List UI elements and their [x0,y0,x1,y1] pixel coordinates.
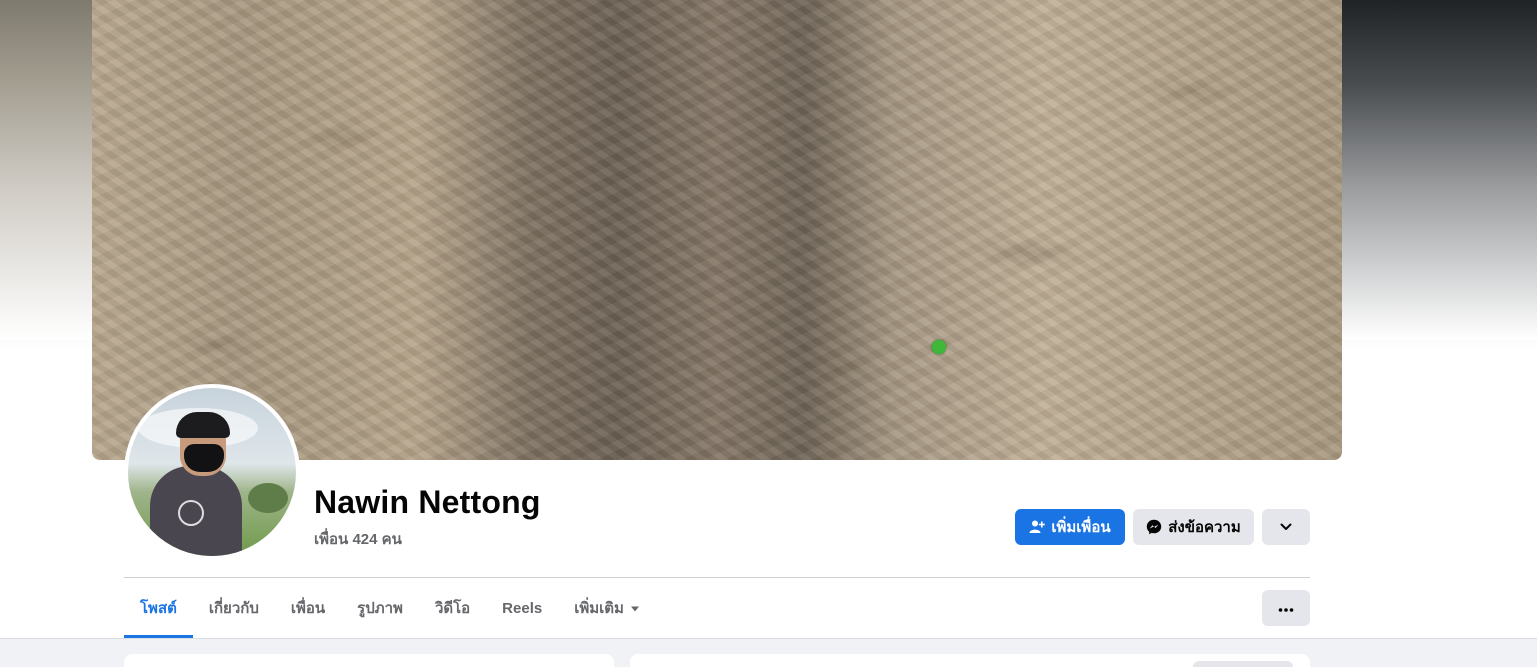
header-left-gradient [0,0,92,340]
avatar-tree [248,483,288,513]
cover-photo[interactable] [92,0,1342,460]
tab-label: เพื่อน [290,600,326,617]
profile-tabs: โพสต์ เกี่ยวกับ เพื่อน รูปภาพ วิดีโอ Ree… [124,578,656,638]
tab-friends[interactable]: เพื่อน [275,578,341,638]
tab-about[interactable]: เกี่ยวกับ [193,578,275,638]
messenger-icon [1146,519,1162,535]
chevron-down-icon [1279,520,1293,534]
friends-count[interactable]: เพื่อน 424 คน [314,527,402,551]
header-bottom-border [0,638,1537,639]
profile-options-button[interactable] [1262,509,1310,545]
tab-photos[interactable]: รูปภาพ [341,578,419,638]
header-right-gradient [1337,0,1537,340]
avatar-mask [184,444,224,472]
tab-reels[interactable]: Reels [486,578,558,638]
profile-avatar[interactable] [124,384,300,560]
tab-more[interactable]: เพิ่มเติม [558,578,656,638]
more-options-button[interactable] [1262,590,1310,626]
tab-label: รูปภาพ [357,600,403,617]
posts-filter-button[interactable] [1193,661,1293,667]
tab-label: วิดีโอ [434,600,471,617]
add-friend-label: เพิ่มเพื่อน [1051,519,1111,536]
tab-label: โพสต์ [140,600,177,617]
message-button[interactable]: ส่งข้อความ [1133,509,1254,545]
cover-photo-texture [92,0,1342,460]
avatar-hair [176,412,230,438]
tab-posts[interactable]: โพสต์ [124,578,193,638]
tab-label: Reels [502,599,543,617]
tab-label: เกี่ยวกับ [208,600,259,617]
tab-label: เพิ่มเติม [574,600,624,617]
intro-card [124,654,614,667]
add-person-icon [1029,519,1046,535]
add-friend-button[interactable]: เพิ่มเพื่อน [1015,509,1125,545]
message-label: ส่งข้อความ [1168,519,1241,536]
cover-photo-detail [932,340,946,354]
ellipsis-icon [1278,599,1294,617]
profile-name: Nawin Nettong [314,484,541,520]
caret-down-icon [630,600,640,617]
avatar-hoodie-logo [178,500,204,526]
tab-videos[interactable]: วิดีโอ [419,578,486,638]
